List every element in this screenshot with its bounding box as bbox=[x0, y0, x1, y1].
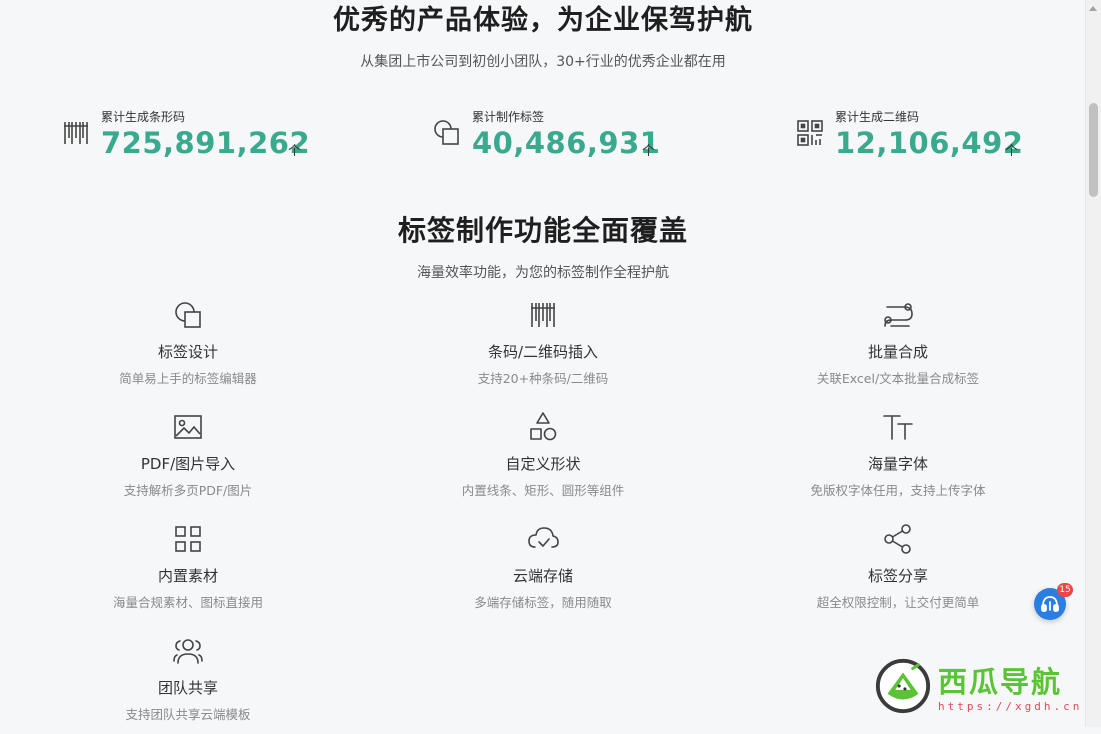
feature-share[interactable]: 标签分享 超全权限控制，让交付更简单 bbox=[748, 522, 1048, 622]
image-import-icon bbox=[174, 415, 202, 439]
feature-assets[interactable]: 内置素材 海量合规素材、图标直接用 bbox=[38, 522, 338, 622]
feature-fonts[interactable]: 海量字体 免版权字体任用，支持上传字体 bbox=[748, 410, 1048, 510]
stat-unit: 个 bbox=[1005, 144, 1019, 159]
cloud-icon bbox=[528, 527, 559, 548]
feature-desc: 多端存储标签，随用随取 bbox=[474, 595, 612, 610]
feature-cloud-storage[interactable]: 云端存储 多端存储标签，随用随取 bbox=[393, 522, 693, 622]
stat-value: 12,106,492 bbox=[835, 126, 1024, 160]
stat-value: 725,891,262 bbox=[101, 126, 311, 160]
stat-unit: 个 bbox=[288, 144, 302, 159]
feature-title: PDF/图片导入 bbox=[140, 455, 236, 473]
watermark: 西瓜导航 https://xgdh.cn bbox=[872, 655, 1092, 727]
watermark-text: 西瓜导航 bbox=[938, 665, 1063, 699]
stat-label: 累计生成条形码 bbox=[101, 110, 186, 124]
font-icon bbox=[883, 415, 913, 440]
stat-unit: 个 bbox=[642, 144, 656, 159]
hero-subtitle: 从集团上市公司到初创小团队，30+行业的优秀企业都在用 bbox=[360, 54, 726, 70]
feature-batch-merge[interactable]: 批量合成 关联Excel/文本批量合成标签 bbox=[748, 298, 1048, 398]
feature-custom-shapes[interactable]: 自定义形状 内置线条、矩形、圆形等组件 bbox=[393, 410, 693, 510]
watermelon-logo-icon bbox=[875, 658, 931, 714]
stat-labels: 累计制作标签 40,486,931 个 bbox=[432, 106, 672, 166]
stat-label: 累计制作标签 bbox=[472, 110, 545, 124]
stat-label: 累计生成二维码 bbox=[835, 110, 920, 124]
feature-team-share[interactable]: 团队共享 支持团队共享云端模板 bbox=[38, 634, 338, 734]
qrcode-icon bbox=[797, 120, 823, 146]
feature-title: 海量字体 bbox=[867, 455, 928, 473]
feature-pdf-import[interactable]: PDF/图片导入 支持解析多页PDF/图片 bbox=[38, 410, 338, 510]
page: 优秀的产品体验，为企业保驾护航 从集团上市公司到初创小团队，30+行业的优秀企业… bbox=[0, 0, 1086, 727]
feature-desc: 支持解析多页PDF/图片 bbox=[123, 483, 253, 498]
grid-assets-icon bbox=[175, 526, 201, 552]
features-subtitle: 海量效率功能，为您的标签制作全程护航 bbox=[417, 265, 669, 281]
team-icon bbox=[173, 639, 203, 664]
feature-title: 批量合成 bbox=[867, 343, 928, 361]
feature-title: 条码/二维码插入 bbox=[487, 343, 599, 361]
feature-title: 云端存储 bbox=[512, 567, 573, 585]
feature-label-design[interactable]: 标签设计 简单易上手的标签编辑器 bbox=[38, 298, 338, 398]
feature-title: 标签分享 bbox=[867, 567, 928, 585]
feature-title: 标签设计 bbox=[157, 343, 218, 361]
stat-value: 40,486,931 bbox=[472, 126, 661, 160]
features-title: 标签制作功能全面覆盖 bbox=[397, 214, 688, 247]
barcode-icon bbox=[64, 122, 88, 144]
shapes-icon bbox=[530, 412, 557, 441]
feature-desc: 超全权限控制，让交付更简单 bbox=[816, 595, 980, 610]
scrollbar-thumb[interactable] bbox=[1089, 103, 1098, 197]
feature-desc: 关联Excel/文本批量合成标签 bbox=[816, 371, 980, 386]
feature-desc: 简单易上手的标签编辑器 bbox=[119, 371, 257, 386]
barcode-icon bbox=[531, 303, 555, 327]
feature-desc: 支持20+种条码/二维码 bbox=[477, 371, 609, 386]
feature-title: 团队共享 bbox=[157, 679, 218, 697]
feature-title: 自定义形状 bbox=[505, 455, 581, 473]
hero-title: 优秀的产品体验，为企业保驾护航 bbox=[333, 5, 753, 36]
feature-desc: 海量合规素材、图标直接用 bbox=[112, 595, 263, 610]
feature-barcode-insert[interactable]: 条码/二维码插入 支持20+种条码/二维码 bbox=[393, 298, 693, 398]
notification-badge: 15 bbox=[1057, 583, 1073, 597]
feature-title: 内置素材 bbox=[157, 567, 218, 585]
label-shapes-icon bbox=[434, 120, 459, 145]
scroll-up-arrow-icon[interactable] bbox=[1089, 6, 1097, 11]
stat-barcodes: 累计生成条形码 725,891,262 个 bbox=[61, 106, 321, 166]
label-design-icon bbox=[175, 302, 201, 328]
feature-desc: 免版权字体任用，支持上传字体 bbox=[810, 483, 986, 498]
feature-desc: 支持团队共享云端模板 bbox=[125, 707, 251, 722]
share-icon bbox=[884, 524, 911, 554]
watermark-url: https://xgdh.cn bbox=[938, 700, 1083, 713]
batch-merge-icon bbox=[884, 303, 913, 327]
stat-qrcodes: 累计生成二维码 12,106,492 个 bbox=[795, 106, 1035, 166]
vertical-scrollbar[interactable] bbox=[1085, 0, 1101, 727]
feature-desc: 内置线条、矩形、圆形等组件 bbox=[461, 483, 625, 498]
